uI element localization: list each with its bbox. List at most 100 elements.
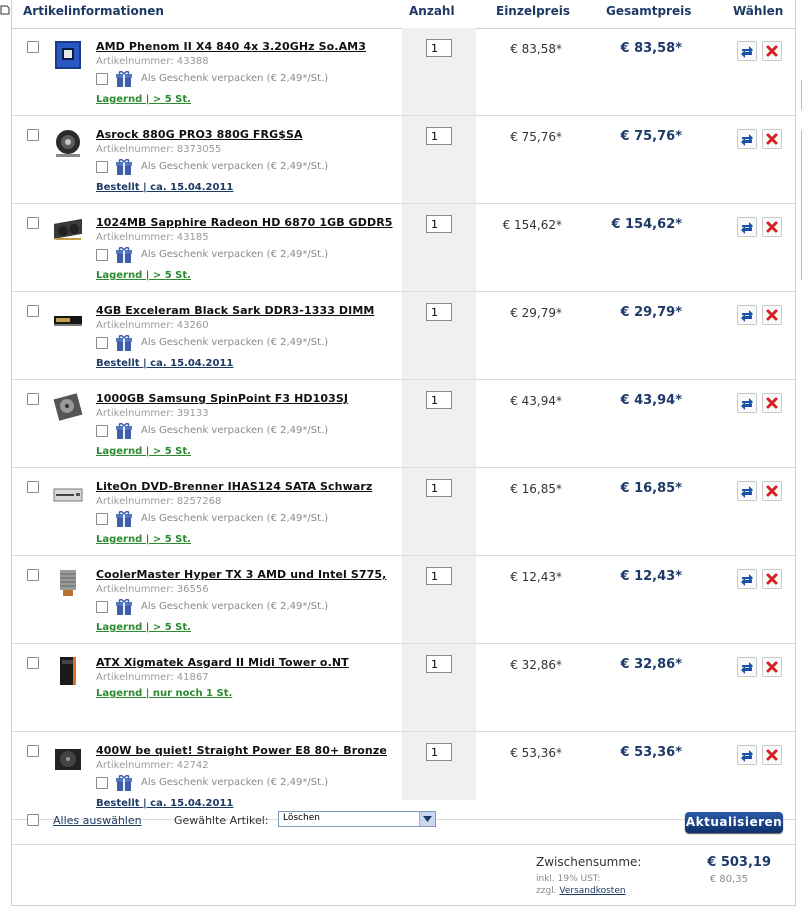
power-supply-icon[interactable] [53,744,83,774]
cart-row: 1000GB Samsung SpinPoint F3 HD103SJ Artik… [12,380,795,468]
gift-box-icon [115,598,133,616]
motherboard-icon[interactable] [53,128,83,158]
quantity-input[interactable] [426,127,452,145]
refresh-item-button[interactable] [737,217,757,237]
refresh-item-button[interactable] [737,305,757,325]
gift-wrap-label: Als Geschenk verpacken (€ 2,49*/St.) [141,513,329,524]
cpu-box-icon[interactable] [53,40,83,70]
product-name-link[interactable]: ATX Xigmatek Asgard II Midi Tower o.NT [96,656,349,669]
gift-wrap-checkbox[interactable] [96,161,108,173]
gift-wrap-label: Als Geschenk verpacken (€ 2,49*/St.) [141,601,329,612]
article-number: Artikelnummer: 36556 [96,584,209,595]
product-name-link[interactable]: CoolerMaster Hyper TX 3 AMD und Intel S7… [96,568,386,581]
gift-wrap-label: Als Geschenk verpacken (€ 2,49*/St.) [141,425,329,436]
shipping-costs-link[interactable]: Versandkosten [559,886,625,896]
gift-box-icon [115,510,133,528]
quantity-input[interactable] [426,479,452,497]
refresh-item-button[interactable] [737,657,757,677]
product-name-link[interactable]: Asrock 880G PRO3 880G FRG$SA [96,128,303,141]
stock-status-link[interactable]: Lagernd | > 5 St. [96,622,191,633]
delete-item-button[interactable] [762,745,782,765]
stock-status-link[interactable]: Lagernd | > 5 St. [96,270,191,281]
row-select-checkbox[interactable] [27,305,39,317]
graphics-card-icon[interactable] [53,216,83,246]
product-name-link[interactable]: AMD Phenom II X4 840 4x 3.20GHz So.AM3 [96,40,366,53]
delete-item-button[interactable] [762,41,782,61]
gift-wrap-checkbox[interactable] [96,249,108,261]
gift-wrap-checkbox[interactable] [96,337,108,349]
row-select-checkbox[interactable] [27,481,39,493]
article-number: Artikelnummer: 8257268 [96,496,222,507]
gift-wrap-checkbox[interactable] [96,777,108,789]
dvd-drive-icon[interactable] [53,480,83,510]
refresh-item-button[interactable] [737,481,757,501]
refresh-item-button[interactable] [737,393,757,413]
quantity-input[interactable] [426,39,452,57]
quantity-input[interactable] [426,567,452,585]
product-name-link[interactable]: LiteOn DVD-Brenner IHAS124 SATA Schwarz [96,480,372,493]
delete-item-button[interactable] [762,393,782,413]
row-select-checkbox[interactable] [27,41,39,53]
update-button[interactable]: Aktualisieren [685,812,783,833]
row-select-checkbox[interactable] [27,745,39,757]
quantity-input[interactable] [426,303,452,321]
stock-status-link[interactable]: Lagernd | > 5 St. [96,446,191,457]
refresh-item-button[interactable] [737,129,757,149]
row-select-checkbox[interactable] [27,129,39,141]
select-all-checkbox[interactable] [27,814,39,826]
cpu-cooler-icon[interactable] [53,568,83,598]
cart-row: AMD Phenom II X4 840 4x 3.20GHz So.AM3 Ar… [12,28,795,116]
gift-wrap-label: Als Geschenk verpacken (€ 2,49*/St.) [141,161,329,172]
stock-status-link[interactable]: Lagernd | nur noch 1 St. [96,688,232,699]
delete-item-button[interactable] [762,217,782,237]
subtotal-label: Zwischensumme: [536,855,642,869]
pc-tower-icon[interactable] [53,656,83,686]
unit-price: € 16,85* [510,482,562,496]
gift-wrap-checkbox[interactable] [96,73,108,85]
stock-status-link[interactable]: Bestellt | ca. 15.04.2011 [96,358,233,369]
delete-item-button[interactable] [762,305,782,325]
stock-status-link[interactable]: Lagernd | > 5 St. [96,94,191,105]
quantity-input[interactable] [426,391,452,409]
delete-item-button[interactable] [762,657,782,677]
row-select-checkbox[interactable] [27,217,39,229]
col-header-total-price: Gesamtpreis [606,4,692,18]
quantity-input[interactable] [426,215,452,233]
gift-wrap-checkbox[interactable] [96,513,108,525]
unit-price: € 154,62* [502,218,562,232]
gift-box-icon [115,70,133,88]
gift-wrap-label: Als Geschenk verpacken (€ 2,49*/St.) [141,73,329,84]
page-corner-icon [0,0,10,15]
quantity-input[interactable] [426,743,452,761]
row-select-checkbox[interactable] [27,393,39,405]
stock-status-link[interactable]: Bestellt | ca. 15.04.2011 [96,182,233,193]
delete-item-button[interactable] [762,481,782,501]
hard-drive-icon[interactable] [53,392,83,422]
product-name-link[interactable]: 4GB Exceleram Black Sark DDR3-1333 DIMM [96,304,374,317]
subtotal-value: € 503,19 [707,855,771,870]
ram-module-icon[interactable] [53,304,83,334]
refresh-item-button[interactable] [737,41,757,61]
stock-status-link[interactable]: Lagernd | > 5 St. [96,534,191,545]
shipping-note: zzgl. Versandkosten [536,886,626,896]
delete-item-button[interactable] [762,129,782,149]
total-price: € 53,36* [620,745,683,760]
product-name-link[interactable]: 400W be quiet! Straight Power E8 80+ Bro… [96,744,387,757]
quantity-input[interactable] [426,655,452,673]
unit-price: € 75,76* [510,130,562,144]
row-select-checkbox[interactable] [27,569,39,581]
refresh-item-button[interactable] [737,745,757,765]
unit-price: € 29,79* [510,306,562,320]
delete-item-button[interactable] [762,569,782,589]
gift-wrap-checkbox[interactable] [96,425,108,437]
select-all-link[interactable]: Alles auswählen [53,814,142,827]
product-name-link[interactable]: 1024MB Sapphire Radeon HD 6870 1GB GDDR5 [96,216,393,229]
refresh-item-button[interactable] [737,569,757,589]
article-number: Artikelnummer: 41867 [96,672,209,683]
article-number: Artikelnummer: 42742 [96,760,209,771]
gift-wrap-checkbox[interactable] [96,601,108,613]
product-name-link[interactable]: 1000GB Samsung SpinPoint F3 HD103SJ [96,392,348,405]
chevron-down-icon[interactable] [419,812,435,826]
action-select[interactable]: Löschen [278,811,436,827]
row-select-checkbox[interactable] [27,657,39,669]
